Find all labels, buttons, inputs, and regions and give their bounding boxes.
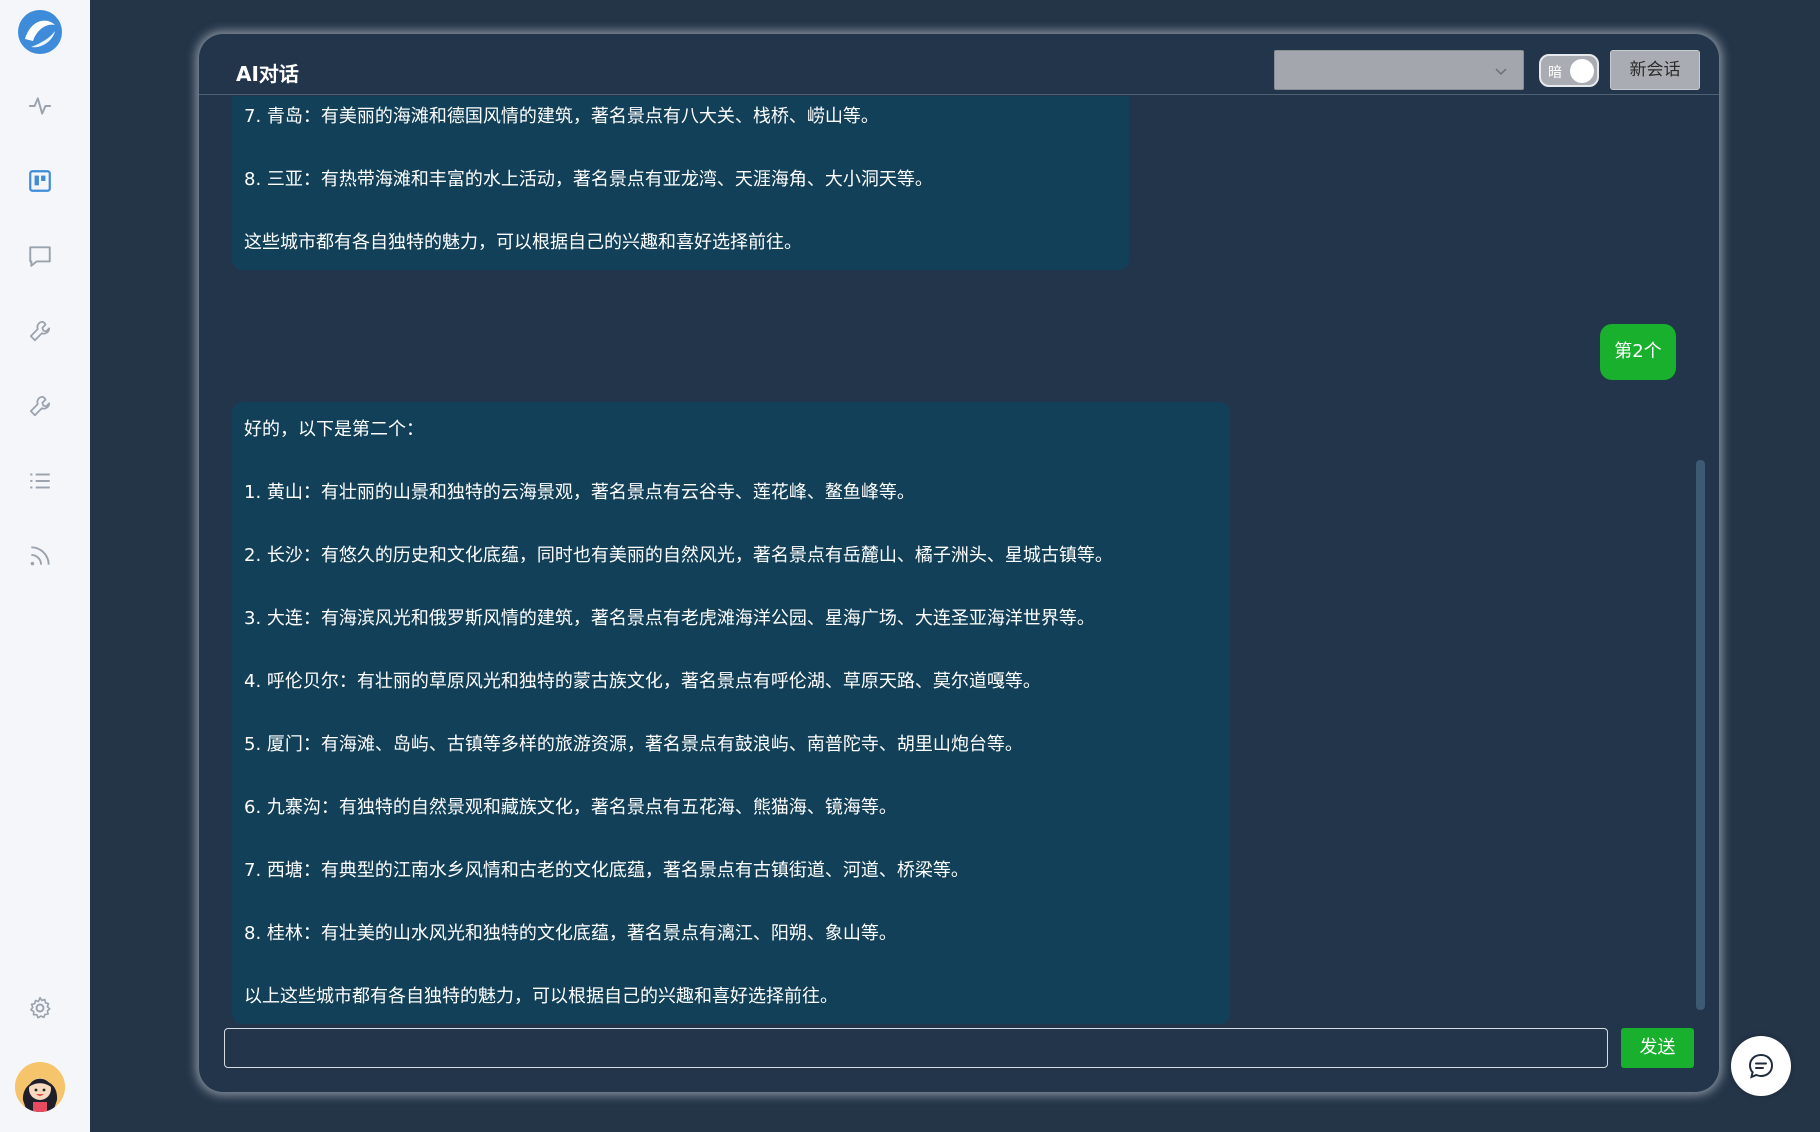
board-icon[interactable] bbox=[25, 166, 55, 196]
gear-icon[interactable] bbox=[25, 993, 55, 1023]
new-chat-button[interactable]: 新会话 bbox=[1610, 50, 1700, 90]
wrench-icon[interactable] bbox=[25, 391, 55, 421]
app-logo-icon[interactable] bbox=[17, 9, 63, 55]
message-line: 8. 三亚：有热带海滩和丰富的水上活动，著名景点有亚龙湾、天涯海角、大小洞天等。 bbox=[244, 169, 933, 190]
send-button[interactable]: 发送 bbox=[1621, 1028, 1694, 1068]
chat-input[interactable] bbox=[224, 1028, 1608, 1068]
activity-icon[interactable] bbox=[25, 91, 55, 121]
panel-header: AI对话 暗 新会话 bbox=[199, 34, 1719, 95]
wrench-icon[interactable] bbox=[25, 316, 55, 346]
page-title: AI对话 bbox=[236, 62, 299, 86]
sidebar bbox=[0, 0, 90, 1132]
message-line: 这些城市都有各自独特的魅力，可以根据自己的兴趣和喜好选择前往。 bbox=[244, 232, 802, 253]
chat-panel: AI对话 暗 新会话 7. 青岛：有美丽的海滩和德国风情的建筑，著名景点有八大关… bbox=[199, 34, 1719, 1092]
chat-icon[interactable] bbox=[25, 241, 55, 271]
message-line: 8. 桂林：有壮美的山水风光和独特的文化底蕴，著名景点有漓江、阳朔、象山等。 bbox=[244, 923, 897, 944]
chat-bubble-icon bbox=[1748, 1053, 1774, 1079]
rss-icon[interactable] bbox=[25, 541, 55, 571]
assistant-message: 7. 青岛：有美丽的海滩和德国风情的建筑，著名景点有八大关、栈桥、崂山等。 8.… bbox=[232, 96, 1129, 270]
model-select[interactable] bbox=[1274, 50, 1524, 90]
message-line: 6. 九寨沟：有独特的自然景观和藏族文化，著名景点有五花海、熊猫海、镜海等。 bbox=[244, 797, 897, 818]
message-line: 1. 黄山：有壮丽的山景和独特的云海景观，著名景点有云谷寺、莲花峰、鳌鱼峰等。 bbox=[244, 482, 915, 503]
message-line: 7. 西塘：有典型的江南水乡风情和古老的文化底蕴，著名景点有古镇街道、河道、桥梁… bbox=[244, 860, 969, 881]
avatar-icon[interactable] bbox=[15, 1062, 65, 1112]
scrollbar-thumb[interactable] bbox=[1696, 460, 1705, 1010]
message-line: 7. 青岛：有美丽的海滩和德国风情的建筑，著名景点有八大关、栈桥、崂山等。 bbox=[244, 106, 879, 127]
list-icon[interactable] bbox=[25, 466, 55, 496]
message-line: 以上这些城市都有各自独特的魅力，可以根据自己的兴趣和喜好选择前往。 bbox=[244, 986, 838, 1007]
message-line: 5. 厦门：有海滩、岛屿、古镇等多样的旅游资源，著名景点有鼓浪屿、南普陀寺、胡里… bbox=[244, 734, 1023, 755]
message-list[interactable]: 7. 青岛：有美丽的海滩和德国风情的建筑，著名景点有八大关、栈桥、崂山等。 8.… bbox=[199, 96, 1694, 1044]
message-line: 2. 长沙：有悠久的历史和文化底蕴，同时也有美丽的自然风光，著名景点有岳麓山、橘… bbox=[244, 545, 1113, 566]
theme-toggle[interactable]: 暗 bbox=[1539, 54, 1599, 87]
assistant-message: 好的，以下是第二个： 1. 黄山：有壮丽的山景和独特的云海景观，著名景点有云谷寺… bbox=[232, 402, 1230, 1024]
message-line: 好的，以下是第二个： bbox=[244, 419, 424, 440]
user-message: 第2个 bbox=[1600, 324, 1676, 380]
toggle-knob bbox=[1570, 59, 1594, 83]
chevron-down-icon bbox=[1495, 68, 1507, 76]
message-line: 3. 大连：有海滨风光和俄罗斯风情的建筑，著名景点有老虎滩海洋公园、星海广场、大… bbox=[244, 608, 1095, 629]
floating-chat-button[interactable] bbox=[1731, 1036, 1791, 1096]
theme-toggle-label: 暗 bbox=[1548, 65, 1562, 81]
message-line: 4. 呼伦贝尔：有壮丽的草原风光和独特的蒙古族文化，著名景点有呼伦湖、草原天路、… bbox=[244, 671, 1041, 692]
app-root: AI对话 暗 新会话 7. 青岛：有美丽的海滩和德国风情的建筑，著名景点有八大关… bbox=[0, 0, 1820, 1132]
